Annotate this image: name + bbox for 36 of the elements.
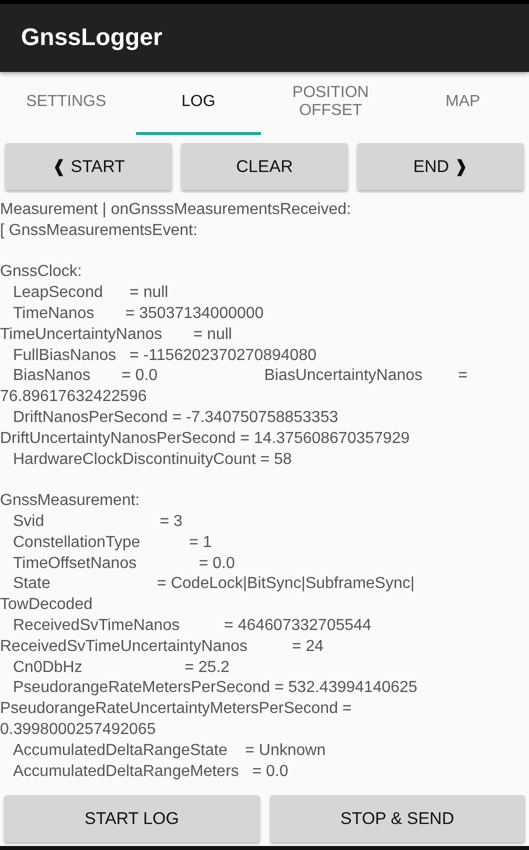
log-line: ReceivedSvTimeNanos = 464607332705544 [12,616,372,636]
log-line: GnssClock: [0,262,82,282]
tab[interactable]: MAP [400,72,525,135]
log-line: ReceivedSvTimeUncertaintyNanos = 24 [0,636,324,657]
log-line: TowDecoded [0,595,92,616]
tab[interactable]: SETTINGS [4,72,128,135]
log-line: GnssMeasurement: [0,491,140,512]
log-line: DriftUncertaintyNanosPerSecond = 14.375608670357929 [0,428,410,449]
log-button[interactable]: END ❱ [357,143,524,190]
log-line: [ GnssMeasurementsEvent: [0,220,198,241]
log-line: ConstellationType = 1 [12,532,212,553]
log-line: TimeNanos = 35037134000000 [12,304,264,324]
log-line: FullBiasNanos = -1156202370270894080 [12,346,316,366]
log-button[interactable]: STOP & SEND [270,795,525,842]
log-line: 76.89617632422596 [0,387,147,408]
log-button[interactable]: START LOG [4,795,260,842]
log-line: State = CodeLock|BitSync|SubframeSync| [12,574,415,594]
log-line: LeapSecond = null [12,283,168,304]
log-line: AccumulatedDeltaRangeState = Unknown [12,740,326,761]
log-line: PseudorangeRateMetersPerSecond = 532.43994140625 [12,678,418,698]
log-line: Svid = 3 [12,512,182,532]
log-line: PseudorangeRateUncertaintyMetersPerSecond = [0,699,352,720]
log-button[interactable]: ❰ START [5,143,172,190]
log-line: BiasNanos = 0.0 BiasUncertaintyNanos = [12,366,468,386]
tab[interactable]: POSITION OFFSET [268,72,393,135]
log-line: DriftNanosPerSecond = -7.340750758853353 [12,408,338,428]
log-line: HardwareClockDiscontinuityCount = 58 [12,450,292,470]
log-line: TimeUncertaintyNanos = null [0,324,232,345]
log-line: 0.3998000257492065 [0,720,156,740]
log-line: AccumulatedDeltaRangeMeters = 0.0 [12,762,288,782]
app-title: GnssLogger [21,24,162,52]
log-button[interactable]: CLEAR [181,143,348,190]
log-line: Cn0DbHz = 25.2 [12,658,230,678]
log-line: Measurement | onGnsssMeasurementsReceived: [0,200,351,220]
tab[interactable]: LOG [136,72,260,135]
log-line: TimeOffsetNanos = 0.0 [12,554,235,574]
